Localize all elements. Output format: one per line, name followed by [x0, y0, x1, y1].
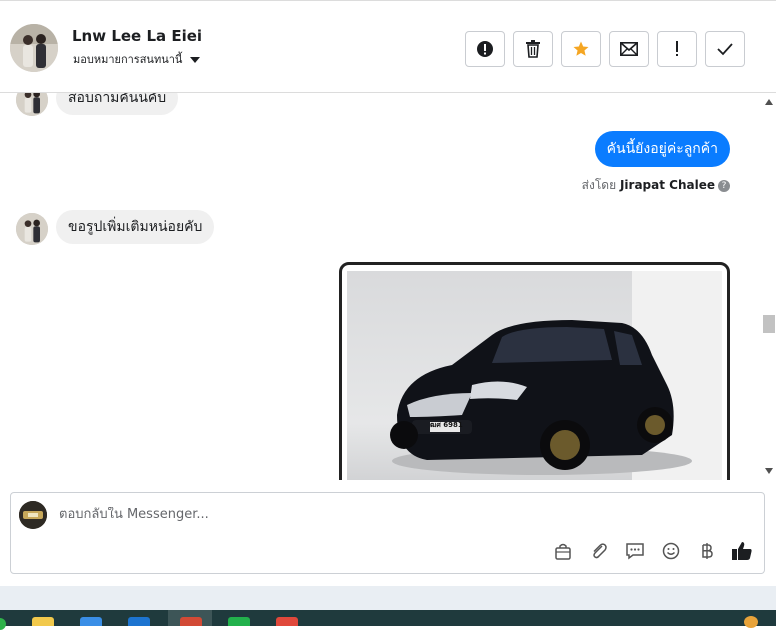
sent-by-name: Jirapat Chalee [619, 178, 715, 192]
taskbar-app-icon[interactable] [0, 618, 6, 630]
caret-down-icon [190, 57, 201, 63]
app-icon[interactable] [180, 617, 202, 626]
exclamation-icon [676, 41, 678, 56]
line-icon[interactable] [228, 617, 250, 626]
thread-scrollbar[interactable] [762, 93, 776, 480]
contact-name[interactable]: Lnw Lee La Eiei [72, 27, 202, 45]
reply-input[interactable] [59, 507, 659, 522]
check-icon [717, 43, 733, 56]
assign-conversation-dropdown[interactable]: มอบหมายการสนทนานี้ [73, 50, 201, 68]
paperclip-icon[interactable] [587, 539, 611, 563]
delete-button[interactable] [513, 31, 553, 67]
license-plate: ฒศ 6981 [430, 421, 463, 429]
message-thread[interactable]: สอบถามคันนี้คับ คันนี้ยังอยู่ค่ะลูกค้า ส… [0, 93, 762, 480]
store-icon[interactable] [80, 617, 102, 626]
scroll-up-icon[interactable] [765, 99, 773, 105]
notification-icon[interactable] [744, 616, 758, 628]
incoming-message: ขอรูปเพิ่มเติมหน่อยคับ [56, 210, 215, 244]
bag-icon[interactable] [551, 539, 575, 563]
thumbs-up-icon[interactable] [730, 539, 754, 563]
help-icon[interactable]: ? [718, 179, 730, 192]
outgoing-message: คันนี้ยังอยู่ค่ะลูกค้า [594, 131, 730, 167]
trash-icon [526, 40, 540, 58]
star-button[interactable] [561, 31, 601, 67]
sender-avatar [16, 213, 48, 245]
scroll-down-icon[interactable] [765, 468, 773, 474]
mark-unread-button[interactable] [609, 31, 649, 67]
folder-icon[interactable] [32, 617, 54, 626]
quick-reply-icon[interactable] [623, 539, 647, 563]
chrome-icon[interactable] [276, 617, 298, 626]
os-taskbar [0, 610, 776, 630]
sender-avatar [16, 93, 48, 116]
star-icon [573, 41, 589, 56]
emoji-icon[interactable] [659, 539, 683, 563]
contact-avatar[interactable] [10, 24, 58, 72]
scroll-thumb[interactable] [763, 315, 775, 333]
baht-icon[interactable] [695, 539, 719, 563]
assign-label: มอบหมายการสนทนานี้ [73, 53, 183, 66]
mark-done-button[interactable] [705, 31, 745, 67]
reply-composer [10, 492, 765, 574]
follow-up-button[interactable] [657, 31, 697, 67]
envelope-icon [620, 42, 638, 56]
page-avatar [19, 501, 47, 529]
sent-by-prefix: ส่งโดย [581, 178, 617, 192]
conversation-header: Lnw Lee La Eiei มอบหมายการสนทนานี้ [0, 0, 776, 93]
sent-by-line: ส่งโดย Jirapat Chalee? [582, 176, 730, 195]
spam-button[interactable] [465, 31, 505, 67]
incoming-message: สอบถามคันนี้คับ [56, 93, 179, 115]
exclamation-circle-icon [477, 41, 493, 57]
page-footer [0, 586, 776, 610]
mail-icon[interactable] [128, 617, 150, 626]
car-photo-attachment[interactable]: ฒศ 6981 [339, 262, 730, 480]
